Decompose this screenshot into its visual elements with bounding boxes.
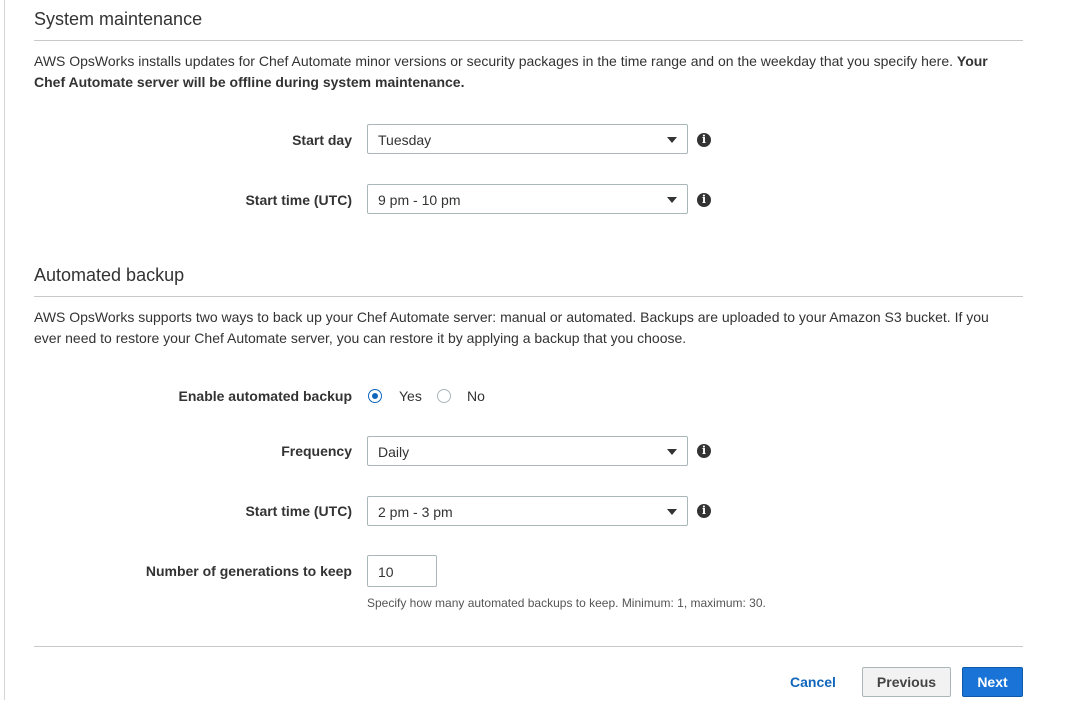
backup-start-time-value: 2 pm - 3 pm: [378, 504, 453, 520]
backup-start-time-label: Start time (UTC): [245, 503, 352, 519]
maintenance-description-text: AWS OpsWorks installs updates for Chef A…: [34, 53, 957, 69]
caret-down-icon: [667, 137, 677, 143]
info-icon[interactable]: i: [697, 133, 711, 147]
generations-input[interactable]: 10: [367, 555, 437, 587]
generations-hint: Specify how many automated backups to ke…: [367, 596, 766, 610]
section-title-maintenance: System maintenance: [34, 9, 203, 29]
section-title-backup: Automated backup: [34, 265, 185, 285]
maintenance-start-time-value: 9 pm - 10 pm: [378, 192, 461, 208]
backup-start-time-select[interactable]: 2 pm - 3 pm: [367, 496, 688, 526]
maintenance-description: AWS OpsWorks installs updates for Chef A…: [34, 51, 1019, 93]
divider: [34, 296, 1023, 297]
caret-down-icon: [667, 197, 677, 203]
backup-no-radio[interactable]: [437, 389, 451, 403]
generations-label: Number of generations to keep: [145, 563, 352, 579]
enable-backup-label: Enable automated backup: [178, 388, 352, 404]
info-icon[interactable]: i: [697, 504, 711, 518]
frequency-label: Frequency: [281, 443, 352, 459]
frequency-select[interactable]: Daily: [367, 436, 688, 466]
frequency-value: Daily: [378, 444, 410, 460]
next-button[interactable]: Next: [962, 667, 1023, 697]
backup-yes-label[interactable]: Yes: [399, 388, 422, 404]
info-icon[interactable]: i: [697, 444, 711, 458]
divider: [34, 40, 1023, 41]
generations-value: 10: [378, 564, 394, 580]
divider: [34, 646, 1023, 647]
start-day-select[interactable]: Tuesday: [367, 124, 688, 154]
maintenance-start-time-select[interactable]: 9 pm - 10 pm: [367, 184, 688, 214]
start-day-label: Start day: [292, 132, 352, 148]
previous-button[interactable]: Previous: [862, 667, 951, 697]
backup-description: AWS OpsWorks supports two ways to back u…: [34, 309, 989, 346]
info-icon[interactable]: i: [697, 193, 711, 207]
caret-down-icon: [667, 509, 677, 515]
start-day-value: Tuesday: [378, 132, 432, 148]
backup-no-label[interactable]: No: [467, 388, 485, 404]
backup-yes-radio[interactable]: [368, 389, 382, 403]
cancel-button[interactable]: Cancel: [790, 674, 836, 690]
maintenance-start-time-label: Start time (UTC): [245, 192, 352, 208]
left-border: [4, 0, 5, 700]
caret-down-icon: [667, 449, 677, 455]
